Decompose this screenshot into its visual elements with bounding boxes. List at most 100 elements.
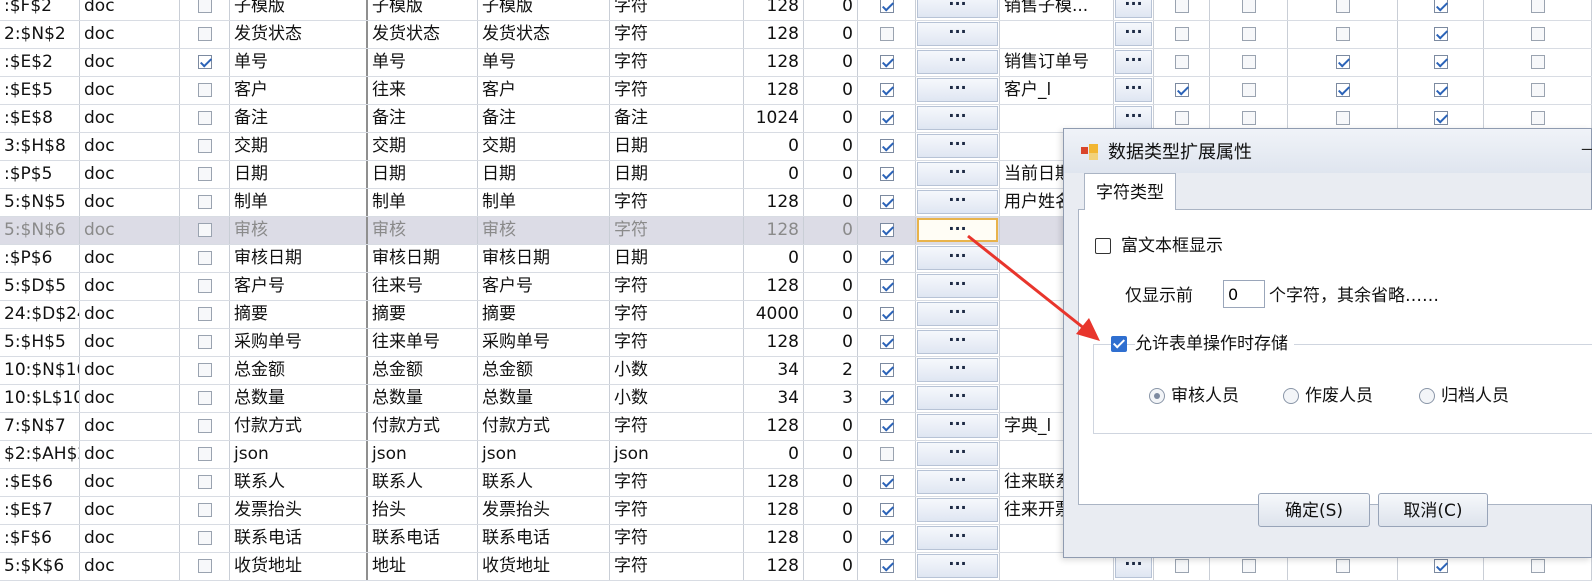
table-cell-alias[interactable]: 联系人 [368, 469, 478, 496]
row-checkbox[interactable] [1531, 83, 1545, 97]
table-cell-type[interactable]: 日期 [610, 133, 744, 160]
row-checkbox[interactable] [1434, 0, 1448, 13]
table-cell-src[interactable]: doc [80, 497, 180, 524]
table-cell-src[interactable]: doc [80, 413, 180, 440]
table-cell-len[interactable]: 0 [744, 245, 804, 272]
show-count-input[interactable] [1223, 280, 1265, 308]
table-cell-alias[interactable]: 往来号 [368, 273, 478, 300]
row-checkbox[interactable] [198, 139, 212, 153]
ellipsis-button[interactable]: ··· [1115, 106, 1152, 130]
table-cell-type[interactable]: 小数 [610, 385, 744, 412]
table-cell-dec[interactable]: 0 [804, 553, 858, 580]
table-cell-caption[interactable]: 客户号 [478, 273, 610, 300]
ellipsis-button[interactable]: ··· [917, 470, 998, 494]
ellipsis-button[interactable]: ··· [917, 526, 998, 550]
table-cell-dec[interactable]: 0 [804, 413, 858, 440]
table-cell-dec[interactable]: 0 [804, 497, 858, 524]
table-cell-name[interactable]: 总金额 [230, 357, 368, 384]
radio-auditor[interactable] [1149, 388, 1165, 404]
table-cell-type[interactable]: 字符 [610, 217, 744, 244]
table-cell-alias[interactable]: 子模版 [368, 0, 478, 20]
table-cell-src[interactable]: doc [80, 105, 180, 132]
table-cell-alias[interactable]: 地址 [368, 553, 478, 580]
table-cell-src[interactable]: doc [80, 189, 180, 216]
table-cell-dec[interactable]: 0 [804, 301, 858, 328]
table-cell-dec[interactable]: 0 [804, 189, 858, 216]
table-cell-dec[interactable]: 0 [804, 217, 858, 244]
row-checkbox[interactable] [880, 503, 894, 517]
close-icon[interactable]: — [1581, 141, 1592, 157]
table-cell-src[interactable]: doc [80, 217, 180, 244]
row-checkbox[interactable] [198, 391, 212, 405]
row-checkbox[interactable] [1336, 55, 1350, 69]
table-cell-name[interactable]: 审核日期 [230, 245, 368, 272]
table-cell-alias[interactable]: 联系电话 [368, 525, 478, 552]
table-cell-len[interactable]: 128 [744, 77, 804, 104]
table-cell-ref[interactable]: :$F$6 [0, 525, 80, 552]
table-row[interactable]: :$E$2 doc 单号 单号 单号 字符 128 0 ··· 销售订单号 ··· [0, 49, 1592, 77]
table-cell-len[interactable]: 128 [744, 0, 804, 20]
row-checkbox[interactable] [1242, 27, 1256, 41]
table-cell-dec[interactable]: 0 [804, 525, 858, 552]
radio-archiver[interactable] [1419, 388, 1435, 404]
row-checkbox[interactable] [1434, 559, 1448, 573]
row-checkbox[interactable] [1336, 111, 1350, 125]
table-cell-name[interactable]: 日期 [230, 161, 368, 188]
table-cell-name[interactable]: 单号 [230, 49, 368, 76]
table-cell-alias[interactable]: json [368, 441, 478, 468]
table-cell-src[interactable]: doc [80, 49, 180, 76]
table-cell-caption[interactable]: 制单 [478, 189, 610, 216]
row-checkbox[interactable] [880, 363, 894, 377]
table-cell-name[interactable]: 客户号 [230, 273, 368, 300]
table-cell-type[interactable]: 备注 [610, 105, 744, 132]
row-checkbox[interactable] [198, 223, 212, 237]
table-cell-name[interactable]: 采购单号 [230, 329, 368, 356]
table-cell-type[interactable]: 字符 [610, 49, 744, 76]
ellipsis-button[interactable]: ··· [917, 442, 998, 466]
table-cell-dict[interactable]: 销售订单号 [1000, 49, 1114, 76]
row-checkbox[interactable] [1434, 83, 1448, 97]
table-cell-ref[interactable]: 5:$N$6 [0, 217, 80, 244]
table-cell-caption[interactable]: 收货地址 [478, 553, 610, 580]
table-cell-src[interactable]: doc [80, 553, 180, 580]
table-cell-dec[interactable]: 0 [804, 469, 858, 496]
row-checkbox[interactable] [198, 83, 212, 97]
table-cell-name[interactable]: 制单 [230, 189, 368, 216]
row-checkbox[interactable] [198, 55, 212, 69]
table-cell-caption[interactable]: json [478, 441, 610, 468]
table-cell-caption[interactable]: 付款方式 [478, 413, 610, 440]
table-cell-ref[interactable]: 5:$H$5 [0, 329, 80, 356]
table-cell-dec[interactable]: 0 [804, 161, 858, 188]
row-checkbox[interactable] [880, 279, 894, 293]
table-cell-type[interactable]: 字符 [610, 77, 744, 104]
table-row[interactable]: :$F$2 doc 子模版 子模版 子模版 字符 128 0 ··· 销售子模... ··· [0, 0, 1592, 21]
row-checkbox[interactable] [1242, 83, 1256, 97]
table-cell-len[interactable]: 0 [744, 133, 804, 160]
table-cell-len[interactable]: 128 [744, 497, 804, 524]
table-cell-caption[interactable]: 单号 [478, 49, 610, 76]
table-cell-type[interactable]: 日期 [610, 245, 744, 272]
table-cell-caption[interactable]: 审核 [478, 217, 610, 244]
table-cell-dict[interactable]: 客户_l [1000, 77, 1114, 104]
ellipsis-button[interactable]: ··· [917, 78, 998, 102]
table-cell-name[interactable]: 收货地址 [230, 553, 368, 580]
table-cell-dec[interactable]: 0 [804, 21, 858, 48]
table-cell-src[interactable]: doc [80, 469, 180, 496]
table-cell-alias[interactable]: 抬头 [368, 497, 478, 524]
table-cell-dec[interactable]: 0 [804, 77, 858, 104]
table-cell-len[interactable]: 128 [744, 469, 804, 496]
table-cell-ref[interactable]: 5:$D$5 [0, 273, 80, 300]
table-cell-dec[interactable]: 0 [804, 273, 858, 300]
table-cell-name[interactable]: 审核 [230, 217, 368, 244]
table-cell-len[interactable]: 1024 [744, 105, 804, 132]
table-cell-len[interactable]: 128 [744, 21, 804, 48]
row-checkbox[interactable] [1434, 55, 1448, 69]
row-checkbox[interactable] [880, 531, 894, 545]
ellipsis-button[interactable]: ··· [917, 22, 998, 46]
row-checkbox[interactable] [1434, 27, 1448, 41]
row-checkbox[interactable] [198, 0, 212, 13]
row-checkbox[interactable] [880, 27, 894, 41]
table-cell-dec[interactable]: 0 [804, 245, 858, 272]
row-checkbox[interactable] [1336, 559, 1350, 573]
row-checkbox[interactable] [880, 559, 894, 573]
